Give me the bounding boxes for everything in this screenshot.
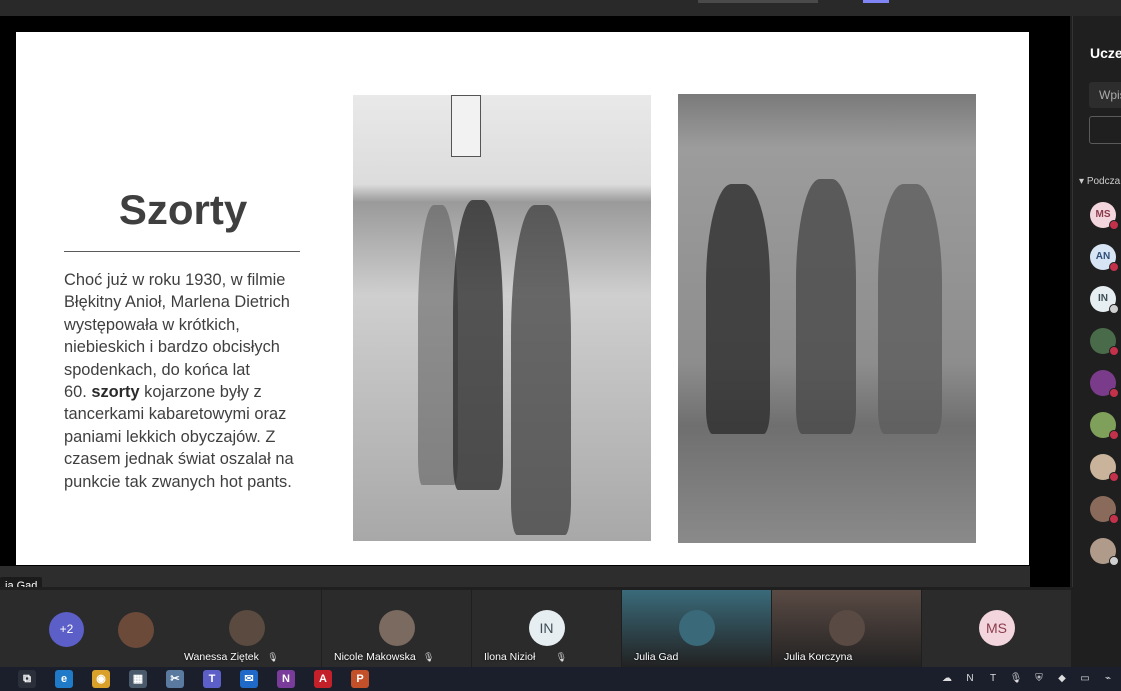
meeting-top-bar xyxy=(0,0,1121,16)
mic-muted-icon: 🎙 xyxy=(267,652,279,662)
mic-status-icon xyxy=(1109,346,1119,356)
mic-status-icon xyxy=(1109,514,1119,524)
street-photo-three-women xyxy=(353,95,651,541)
meeting-control-active[interactable] xyxy=(863,0,889,3)
participant-video-tile[interactable]: IN Ilona Nizioł 🎙 xyxy=(472,590,621,667)
participant-video-tile[interactable]: Nicole Makowska 🎙 xyxy=(322,590,471,667)
microphone-icon[interactable]: 🎙 xyxy=(1009,672,1023,686)
participant-avatar[interactable] xyxy=(1090,538,1119,566)
title-divider xyxy=(64,251,300,252)
participant-avatar: MS xyxy=(978,610,1015,646)
participant-video-tile[interactable]: Julia Korczyna xyxy=(772,590,921,667)
display-icon[interactable]: ▭ xyxy=(1078,672,1092,686)
onenote-tray-icon[interactable]: N xyxy=(963,672,977,686)
mail-icon[interactable]: ✉ xyxy=(240,670,258,688)
participant-name: Ilona Nizioł xyxy=(484,651,536,663)
windows-taskbar: ⧉ e ◉ ▦ ✂ T ✉ N A P ☁ N T 🎙 ⛨ ◆ ▭ ⌁ xyxy=(0,667,1121,691)
mic-status-icon xyxy=(1109,388,1119,398)
slide-body-text: Choć już w roku 1930, w filmie Błękitny … xyxy=(64,271,294,491)
network-icon[interactable]: ⌁ xyxy=(1101,672,1115,686)
mic-muted-icon: 🎙 xyxy=(423,652,435,662)
chrome-icon[interactable]: ◉ xyxy=(92,670,110,688)
participant-avatar[interactable] xyxy=(1090,454,1119,482)
share-invite-button[interactable] xyxy=(1089,116,1121,144)
participant-video-tile[interactable]: Julia Gad xyxy=(622,590,771,667)
participant-avatar xyxy=(228,610,265,646)
participant-avatar[interactable]: IN xyxy=(1090,286,1119,314)
video-gallery: +2 Wanessa Ziętek 🎙 Nicole Makowska 🎙 IN Ilon… xyxy=(0,587,1121,667)
in-meeting-section-header[interactable]: ▾ Podcza xyxy=(1079,176,1120,187)
participant-name: Julia Korczyna xyxy=(784,651,853,663)
acrobat-icon[interactable]: A xyxy=(314,670,332,688)
participant-name: Wanessa Ziętek xyxy=(184,651,259,663)
participant-video-tile[interactable]: MS xyxy=(922,590,1071,667)
participant-avatar xyxy=(378,610,415,646)
participant-avatar xyxy=(118,612,154,648)
participant-video-tile[interactable]: Wanessa Ziętek 🎙 xyxy=(172,590,321,667)
participant-avatar[interactable]: MS xyxy=(1090,202,1119,230)
chevron-down-icon: ▾ xyxy=(1079,176,1087,187)
calculator-icon[interactable]: ▦ xyxy=(129,670,147,688)
mic-status-icon xyxy=(1109,304,1119,314)
participant-avatar xyxy=(828,610,865,646)
three-women-against-wall-photo xyxy=(678,94,976,543)
participants-panel: Uczes Wpis ▾ Podcza MS AN IN xyxy=(1072,16,1121,587)
mic-muted-icon: 🎙 xyxy=(555,652,568,662)
participant-avatar[interactable]: AN xyxy=(1090,244,1119,272)
teams-icon[interactable]: T xyxy=(203,670,221,688)
participant-avatar[interactable] xyxy=(1090,370,1119,398)
onedrive-icon[interactable]: ☁ xyxy=(940,672,954,686)
participant-name: Nicole Makowska xyxy=(334,651,416,663)
participant-avatar[interactable] xyxy=(1090,496,1119,524)
teams-tray-icon[interactable]: T xyxy=(986,672,1000,686)
participants-panel-title: Uczes xyxy=(1090,45,1121,61)
participant-avatar: IN xyxy=(528,610,565,646)
slide-title: Szorty xyxy=(118,186,248,233)
shared-screen-stage: Szorty Choć już w roku 1930, w filmie Bł… xyxy=(0,16,1070,603)
more-participants-badge[interactable]: +2 xyxy=(49,612,84,647)
snipping-icon[interactable]: ✂ xyxy=(166,670,184,688)
participant-avatar[interactable] xyxy=(1090,328,1119,356)
nvidia-icon[interactable]: ◆ xyxy=(1055,672,1069,686)
task-view-icon[interactable]: ⧉ xyxy=(18,670,36,688)
mic-status-icon xyxy=(1109,262,1119,272)
security-icon[interactable]: ⛨ xyxy=(1032,672,1046,686)
participant-name: Julia Gad xyxy=(634,651,679,663)
participant-avatar xyxy=(678,610,715,646)
overflow-tile[interactable]: +2 xyxy=(0,590,172,667)
powerpoint-icon[interactable]: P xyxy=(351,670,369,688)
mic-status-icon xyxy=(1109,472,1119,482)
mic-status-icon xyxy=(1109,556,1119,566)
mic-status-icon xyxy=(1109,430,1119,440)
presentation-slide: Szorty Choć już w roku 1930, w filmie Bł… xyxy=(16,32,1029,565)
participant-search-input[interactable]: Wpis xyxy=(1089,82,1121,108)
edge-icon[interactable]: e xyxy=(55,670,73,688)
onenote-icon[interactable]: N xyxy=(277,670,295,688)
meeting-control[interactable] xyxy=(698,0,818,3)
participant-avatar[interactable] xyxy=(1090,412,1119,440)
mic-status-icon xyxy=(1109,220,1119,230)
